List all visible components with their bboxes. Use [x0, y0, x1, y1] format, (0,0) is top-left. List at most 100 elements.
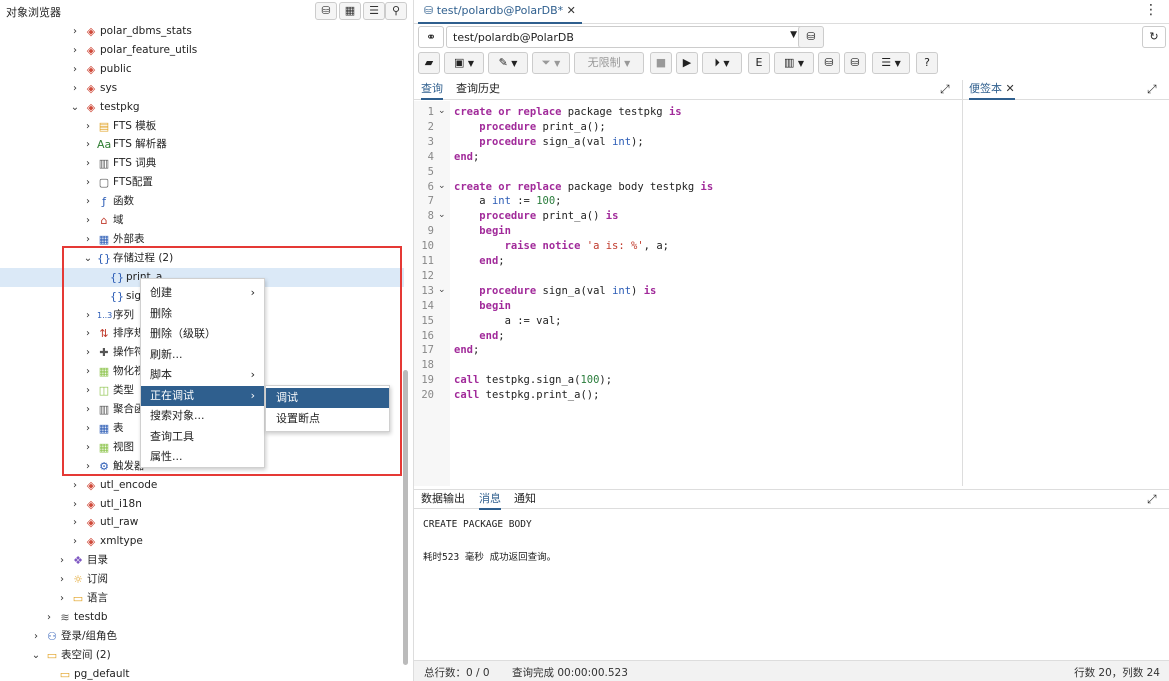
chevron-right-icon[interactable]: › [57, 589, 67, 608]
tree-item[interactable]: › ƒ 函数 [0, 192, 404, 211]
chevron-right-icon[interactable]: › [70, 495, 80, 514]
expand-icon[interactable]: ⤢ [940, 82, 950, 97]
tree-item[interactable]: › ◈ sys [0, 79, 404, 98]
chevron-right-icon[interactable]: › [83, 381, 93, 400]
new-connection-icon[interactable]: ⛁ [798, 26, 824, 48]
chevron-right-icon[interactable]: › [83, 343, 93, 362]
chevron-right-icon[interactable]: › [70, 60, 80, 79]
tree-item[interactable]: › ⚇ 登录/组角色 [0, 627, 404, 646]
tree-item[interactable]: › ▤ FTS 模板 [0, 117, 404, 136]
fold-icon[interactable]: ⌄ [438, 181, 446, 191]
set-breakpoint-menu-item[interactable]: 设置断点 [266, 409, 389, 429]
chevron-right-icon[interactable]: › [70, 79, 80, 98]
tree-item[interactable]: › ▭ 语言 [0, 589, 404, 608]
tree-item[interactable]: › ◈ xmltype [0, 532, 404, 551]
chevron-right-icon[interactable]: › [83, 211, 93, 230]
search-icon[interactable]: ⚲ [385, 2, 407, 20]
tab-messages[interactable]: 消息 [479, 490, 501, 510]
save-file-button[interactable]: ▣ ▼ [444, 52, 484, 74]
tree-item[interactable]: › ◈ public [0, 60, 404, 79]
tree-item[interactable]: › Aa FTS 解析器 [0, 135, 404, 154]
chevron-down-icon[interactable]: ⌄ [83, 249, 93, 268]
chevron-right-icon[interactable]: › [70, 532, 80, 551]
sql-editor[interactable]: 1 ⌄ 2 3 4 5 6 ⌄ 7 8 ⌄ 9 10 11 12 13 ⌄ 14 15 16 17 18 19 20 crea… [414, 101, 962, 486]
chevron-down-icon[interactable]: ⌄ [70, 98, 80, 117]
tab-notifications[interactable]: 通知 [514, 490, 536, 510]
chevron-right-icon[interactable]: › [57, 570, 67, 589]
context-menu-item[interactable]: 创建 › [141, 283, 264, 303]
close-icon[interactable]: ✕ [1006, 82, 1015, 95]
context-menu-item[interactable]: 删除（级联） [141, 324, 264, 344]
fold-icon[interactable]: ⌄ [438, 210, 446, 220]
filter-button[interactable]: ⏷ ▼ [532, 52, 570, 74]
tree-item[interactable]: › ⌂ 域 [0, 211, 404, 230]
tree-item[interactable]: › ▢ FTS配置 [0, 173, 404, 192]
tree-item[interactable]: › ☼ 订阅 [0, 570, 404, 589]
chevron-right-icon[interactable]: › [83, 230, 93, 249]
more-options-icon[interactable]: ⋮ [1144, 2, 1158, 18]
chevron-right-icon[interactable]: › [83, 438, 93, 457]
chevron-right-icon[interactable]: › [83, 457, 93, 476]
fold-icon[interactable]: ⌄ [438, 285, 446, 295]
chevron-right-icon[interactable]: › [44, 608, 54, 627]
context-menu-item[interactable]: 刷新... [141, 345, 264, 365]
chevron-down-icon[interactable]: ⌄ [31, 646, 41, 665]
close-icon[interactable]: ✕ [567, 4, 576, 17]
chevron-right-icon[interactable]: › [70, 41, 80, 60]
tab-query[interactable]: 查询 [421, 80, 443, 100]
tree-item[interactable]: › ≋ testdb [0, 608, 404, 627]
context-menu-item[interactable]: 搜索对象... [141, 406, 264, 426]
debug-menu-item[interactable]: 调试 [266, 388, 389, 408]
tab-scratch-pad[interactable]: 便签本 ✕ [969, 80, 1015, 100]
scratch-pad-area[interactable] [963, 101, 1169, 486]
chevron-right-icon[interactable]: › [70, 476, 80, 495]
chevron-right-icon[interactable]: › [83, 362, 93, 381]
chevron-right-icon[interactable]: › [83, 117, 93, 136]
expand-icon[interactable]: ⤢ [1147, 492, 1157, 507]
context-menu-item[interactable]: 脚本 › [141, 365, 264, 385]
tree-item[interactable]: › ◈ utl_raw [0, 513, 404, 532]
tree-item[interactable]: › ❖ 目录 [0, 551, 404, 570]
commit-icon[interactable]: ⛁ [818, 52, 840, 74]
execute-icon[interactable]: ▶ [676, 52, 698, 74]
tree-item[interactable]: › ◈ utl_i18n [0, 495, 404, 514]
chevron-right-icon[interactable]: › [83, 324, 93, 343]
tab-query-history[interactable]: 查询历史 [456, 80, 500, 100]
database-icon[interactable]: ⛁ [315, 2, 337, 20]
connection-select[interactable]: test/polardb@PolarDB ▼ [446, 26, 806, 48]
chevron-right-icon[interactable]: › [83, 173, 93, 192]
macros-button[interactable]: ☰ ▼ [872, 52, 910, 74]
tree-item[interactable]: › ◈ polar_dbms_stats [0, 22, 404, 41]
filter-tree-icon[interactable]: ☰ [363, 2, 385, 20]
editor-tab[interactable]: ⛁ test/polardb@PolarDB* ✕ [418, 0, 582, 24]
tree-item[interactable]: › ◈ utl_encode [0, 476, 404, 495]
expand-icon[interactable]: ⤢ [1147, 82, 1157, 97]
tree-item[interactable]: › ▦ 外部表 [0, 230, 404, 249]
tree-item[interactable]: › ◈ polar_feature_utils [0, 41, 404, 60]
explain-icon[interactable]: E [748, 52, 770, 74]
table-icon[interactable]: ▦ [339, 2, 361, 20]
chevron-right-icon[interactable]: › [83, 135, 93, 154]
tree-scrollbar[interactable] [403, 370, 408, 665]
edit-button[interactable]: ✎ ▼ [488, 52, 528, 74]
tree-item[interactable]: ⌄ ▭ 表空间 (2) [0, 646, 404, 665]
tree-item[interactable]: ▭ pg_default [0, 665, 404, 681]
help-icon[interactable]: ? [916, 52, 938, 74]
explain-analyze-button[interactable]: ▥ ▼ [774, 52, 814, 74]
chevron-right-icon[interactable]: › [83, 154, 93, 173]
limit-select[interactable]: 无限制 ▼ [574, 52, 644, 74]
context-menu-item[interactable]: 查询工具 [141, 427, 264, 447]
chevron-right-icon[interactable]: › [83, 400, 93, 419]
context-menu-item[interactable]: 删除 [141, 304, 264, 324]
context-menu-item[interactable]: 属性... [141, 447, 264, 467]
execute-options-button[interactable]: ⏵ ▼ [702, 52, 742, 74]
tree-item[interactable]: › ▥ FTS 词典 [0, 154, 404, 173]
connection-status-icon[interactable]: ⚭ [418, 26, 444, 48]
chevron-right-icon[interactable]: › [70, 22, 80, 41]
chevron-right-icon[interactable]: › [70, 513, 80, 532]
refresh-icon[interactable]: ↻ [1142, 26, 1166, 48]
tree-item[interactable]: ⌄ {} 存储过程 (2) [0, 249, 404, 268]
tab-data-output[interactable]: 数据输出 [421, 490, 465, 510]
tree-item[interactable]: ⌄ ◈ testpkg [0, 98, 404, 117]
chevron-right-icon[interactable]: › [57, 551, 67, 570]
